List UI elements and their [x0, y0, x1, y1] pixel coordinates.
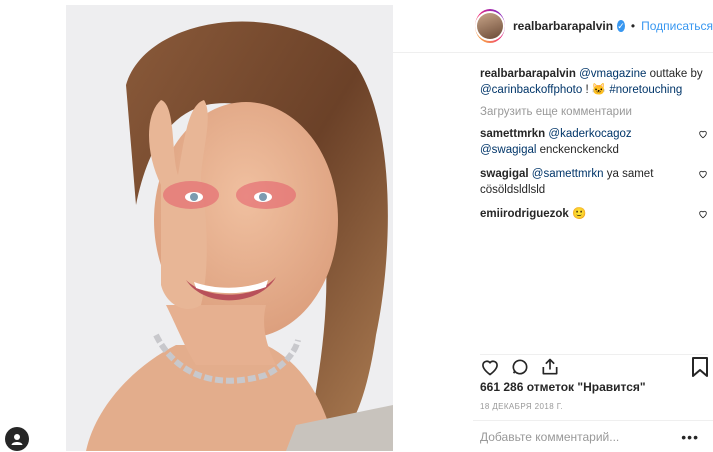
- comment-text: enckenckenckd: [539, 144, 619, 156]
- caption-text: outtake by: [646, 68, 703, 80]
- like-comment-heart-icon[interactable]: [698, 209, 708, 219]
- like-comment-heart-icon[interactable]: [698, 129, 708, 139]
- comment-mention[interactable]: @samettmrkn: [532, 168, 604, 180]
- likes-count[interactable]: 661 286 отметок "Нравится": [480, 380, 646, 394]
- comment-item: swagigal @samettmrkn ya samet cösöldsldl…: [480, 166, 708, 198]
- user-icon: [11, 434, 23, 445]
- post-header: realbarbarapalvin ✓ • Подписаться: [393, 0, 713, 53]
- caption-mention-photographer[interactable]: @carinbackoffphoto: [480, 84, 582, 96]
- post-actions: [480, 354, 708, 381]
- author-username[interactable]: realbarbarapalvin: [513, 19, 613, 33]
- post-photo[interactable]: [66, 5, 393, 451]
- comment-username[interactable]: emiirodriguezok: [480, 208, 569, 220]
- profile-icon[interactable]: [5, 427, 29, 451]
- comment-username[interactable]: swagigal: [480, 168, 529, 180]
- load-more-comments-button[interactable]: Загрузить еще комментарии: [480, 106, 708, 118]
- comment-mention[interactable]: @kaderkocagoz: [548, 128, 631, 140]
- verified-badge-icon: ✓: [617, 20, 625, 32]
- comment-text: 🙂: [568, 208, 587, 220]
- comments-section: realbarbarapalvin @vmagazine outtake by …: [480, 66, 708, 222]
- author-avatar[interactable]: [475, 9, 505, 43]
- comment-item: emiirodriguezok 🙂: [480, 206, 708, 222]
- caption-mention-vmagazine[interactable]: @vmagazine: [579, 68, 646, 80]
- comment-item: samettmrkn @kaderkocagoz @swagigal encke…: [480, 126, 708, 158]
- caption-hashtag[interactable]: #noretouching: [609, 84, 682, 96]
- caption-text-2: ! 🐱: [582, 84, 610, 96]
- comment-bubble-icon[interactable]: [510, 357, 530, 377]
- post-side-panel: realbarbarapalvin ✓ • Подписаться realba…: [393, 0, 713, 451]
- comment-input[interactable]: [480, 430, 680, 444]
- bookmark-save-icon[interactable]: [692, 357, 708, 377]
- like-comment-heart-icon[interactable]: [698, 169, 708, 179]
- more-options-button[interactable]: •••: [681, 429, 699, 445]
- share-icon[interactable]: [540, 357, 560, 377]
- follow-button[interactable]: Подписаться: [641, 19, 713, 33]
- comment-username[interactable]: samettmrkn: [480, 128, 545, 140]
- photo-image: [66, 5, 393, 451]
- comment-mention[interactable]: @swagigal: [480, 144, 536, 156]
- post-caption: realbarbarapalvin @vmagazine outtake by …: [480, 66, 708, 98]
- separator-dot: •: [630, 19, 636, 33]
- add-comment-bar: •••: [473, 420, 713, 452]
- caption-username[interactable]: realbarbarapalvin: [480, 68, 576, 80]
- post-date[interactable]: 18 ДЕКАБРЯ 2018 Г.: [480, 402, 563, 411]
- like-heart-icon[interactable]: [480, 357, 500, 377]
